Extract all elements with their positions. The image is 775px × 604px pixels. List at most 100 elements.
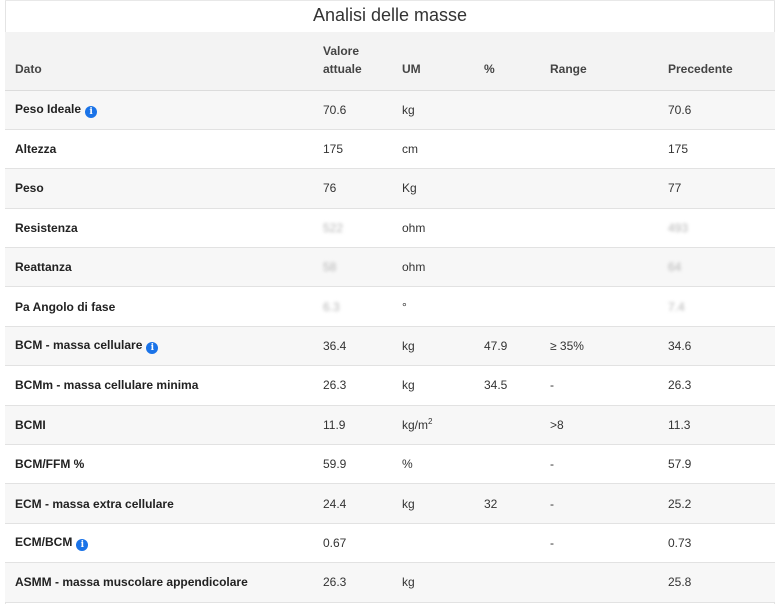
header-um: UM: [402, 32, 484, 91]
info-circle-icon[interactable]: i: [76, 538, 89, 551]
row-percent: [484, 286, 550, 327]
row-um-superscript: 2: [428, 417, 433, 427]
row-label-text: ASMM - massa muscolare appendicolare: [15, 575, 248, 590]
table-row: ASMM - massa muscolare appendicolare 26.3…: [5, 562, 775, 603]
row-previous-text: 34.6: [668, 339, 692, 354]
row-previous-redacted: 493: [668, 220, 689, 235]
row-percent: [484, 129, 550, 170]
row-previous: 57.9: [668, 444, 775, 485]
row-label-text: BCM - massa cellulare: [15, 338, 143, 353]
row-label-text: Altezza: [15, 142, 57, 157]
row-value: 522: [323, 208, 402, 249]
row-value: 26.3: [323, 365, 402, 406]
row-percent: [484, 208, 550, 249]
table-header-row: Dato Valore attuale UM % Range Precedent…: [5, 32, 775, 91]
row-um-text: kg: [402, 496, 415, 511]
row-range: [550, 129, 668, 170]
row-label-text: ECM - massa extra cellulare: [15, 496, 174, 511]
row-range-text: ≥ 35%: [550, 339, 584, 354]
table-row: BCM/FFM % 59.9% - 57.9: [5, 444, 775, 485]
row-um-text: kg: [402, 378, 415, 393]
row-label-text: ECM/BCM: [15, 534, 73, 549]
row-label-text: Resistenza: [15, 220, 78, 235]
row-previous-text: 26.3: [668, 378, 692, 393]
row-percent: [484, 444, 550, 485]
row-um-text: %: [402, 457, 413, 472]
row-label: Reattanza: [5, 247, 323, 288]
row-percent: [484, 523, 550, 564]
row-um: kg: [402, 90, 484, 130]
row-um: kg: [402, 365, 484, 406]
row-label-text: Peso: [15, 181, 44, 196]
row-label-text: Pa Angolo di fase: [15, 299, 116, 314]
header-valore-attuale: Valore attuale: [323, 32, 402, 91]
row-value-text: 36.4: [323, 339, 347, 354]
row-range: [550, 168, 668, 209]
row-value-text: 24.4: [323, 496, 347, 511]
row-previous-text: 25.2: [668, 496, 692, 511]
table-row: Altezza 175 cm 175: [5, 129, 775, 170]
info-circle-icon[interactable]: i: [85, 105, 98, 118]
row-percent: [484, 405, 550, 446]
row-label-text: BCM/FFM %: [15, 457, 85, 472]
row-label: Peso Ideale i: [5, 90, 323, 130]
row-previous-text: 77: [668, 181, 682, 196]
row-range: >8: [550, 405, 668, 446]
row-value: 26.3: [323, 562, 402, 603]
row-label-text: BCMm - massa cellulare minima: [15, 378, 199, 393]
row-previous: 26.3: [668, 365, 775, 406]
row-previous: 77: [668, 168, 775, 209]
row-label: BCM - massa cellulare i: [5, 326, 323, 367]
row-range-text: -: [550, 535, 554, 550]
row-value-text: 76: [323, 181, 337, 196]
row-value-redacted: 522: [323, 220, 344, 235]
row-label: Pa Angolo di fase: [5, 286, 323, 327]
row-label-text: Reattanza: [15, 260, 72, 275]
row-um-text: ohm: [402, 220, 426, 235]
row-previous: 175: [668, 129, 775, 170]
row-value-text: 175: [323, 142, 344, 157]
row-value: 0.67: [323, 523, 402, 564]
row-percent-text: 34.5: [484, 378, 508, 393]
table-row: Pa Angolo di fase 6.3 ° 7.4: [5, 286, 775, 327]
header-valore-line1: Valore: [323, 43, 360, 58]
table-row: Resistenza 522 ohm 493: [5, 208, 775, 249]
row-label: Peso: [5, 168, 323, 209]
row-previous: 493: [668, 208, 775, 249]
header-precedente: Precedente: [668, 32, 775, 91]
row-previous: 64: [668, 247, 775, 288]
row-previous: 25.8: [668, 562, 775, 603]
row-value: 58: [323, 247, 402, 288]
row-value-text: 0.67: [323, 535, 347, 550]
row-previous-text: 57.9: [668, 457, 692, 472]
masses-table: Dato Valore attuale UM % Range Precedent…: [5, 32, 775, 603]
row-value-redacted: 6.3: [323, 299, 340, 314]
row-um: cm: [402, 129, 484, 170]
row-um-text: cm: [402, 142, 418, 157]
row-um: kg: [402, 326, 484, 367]
row-range: [550, 286, 668, 327]
header-percent: %: [484, 32, 550, 91]
row-label-text: BCMI: [15, 417, 46, 432]
table-row: ECM/BCM i 0.67-0.73: [5, 523, 775, 564]
row-value: 36.4: [323, 326, 402, 367]
row-um: [402, 523, 484, 564]
header-dato: Dato: [5, 32, 323, 91]
row-range: -: [550, 365, 668, 406]
row-um-text: kg: [402, 575, 415, 590]
row-label-text: Peso Ideale: [15, 101, 82, 116]
row-um: ohm: [402, 247, 484, 288]
row-um: °: [402, 286, 484, 327]
row-previous-redacted: 64: [668, 260, 682, 275]
table-row: Peso 76 Kg 77: [5, 168, 775, 209]
section-title: Analisi delle masse: [312, 5, 468, 25]
info-circle-icon[interactable]: i: [146, 342, 159, 355]
row-label: Resistenza: [5, 208, 323, 249]
row-previous: 70.6: [668, 90, 775, 130]
row-previous: 11.3: [668, 405, 775, 446]
row-previous-redacted: 7.4: [668, 299, 685, 314]
row-range-text: >8: [550, 417, 564, 432]
row-percent-text: 47.9: [484, 339, 508, 354]
table-body: Peso Ideale i 70.6 kg 70.6 Altezza 175 cm 175 Pes…: [5, 90, 775, 603]
row-percent: 34.5: [484, 365, 550, 406]
